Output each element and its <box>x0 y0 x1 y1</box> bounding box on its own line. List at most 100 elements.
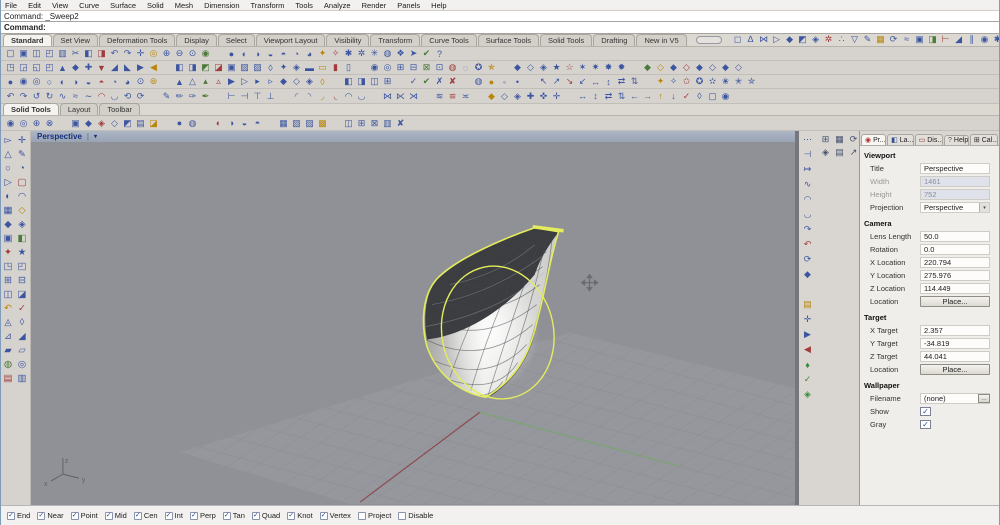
toolbar-icon[interactable]: ◇ <box>108 117 121 129</box>
toolbar-icon[interactable]: ⟳ <box>847 133 860 145</box>
toolbar-icon[interactable]: ✓ <box>801 373 814 386</box>
toolbar-icon[interactable]: → <box>641 90 654 102</box>
tool-icon[interactable]: ▤ <box>2 372 15 385</box>
toolbar-icon[interactable] <box>524 76 537 88</box>
toolbar-icon[interactable]: ∴ <box>835 33 848 45</box>
osnap-toggle[interactable]: Mid <box>104 511 127 520</box>
toolbar-icon[interactable]: ◫ <box>368 76 381 88</box>
tool-icon[interactable]: ⊟ <box>16 274 29 287</box>
toolbar-icon[interactable] <box>277 90 290 102</box>
toolbar-icon[interactable]: ✳ <box>368 48 381 60</box>
toolbar-icon[interactable]: ♦ <box>801 358 814 371</box>
toolbar-icon[interactable]: ⊚ <box>147 76 160 88</box>
panel-tab[interactable]: ◧ La... <box>887 134 914 145</box>
tool-icon[interactable]: ◢ <box>16 330 29 343</box>
toolbar-icon[interactable]: ▸ <box>251 76 264 88</box>
toolbar-tab[interactable]: Curve Tools <box>421 34 477 46</box>
toolbar-icon[interactable]: ∆ <box>744 33 757 45</box>
toolbar-icon[interactable]: ∥ <box>965 33 978 45</box>
property-value[interactable]: Place... <box>920 364 990 375</box>
osnap-checkbox[interactable] <box>287 511 296 520</box>
property-value[interactable]: 752 <box>920 189 990 200</box>
menu-item[interactable]: Surface <box>110 1 136 10</box>
toolbar-icon[interactable] <box>160 76 173 88</box>
toolbar-icon[interactable]: ❖ <box>394 48 407 60</box>
toolbar-icon[interactable]: ⋈ <box>381 90 394 102</box>
toolbar-icon[interactable]: ◰ <box>43 48 56 60</box>
toolbar-icon[interactable]: ◠ <box>801 193 814 206</box>
tool-icon[interactable]: ◈ <box>16 218 29 231</box>
toolbar-icon[interactable]: ➤ <box>407 48 420 60</box>
toolbar-group-handle[interactable] <box>695 36 723 44</box>
toolbar-icon[interactable]: ▢ <box>706 90 719 102</box>
toolbar-icon[interactable]: ◆ <box>719 62 732 74</box>
toolbar-icon[interactable]: ⋈ <box>757 33 770 45</box>
toolbar-icon[interactable] <box>329 76 342 88</box>
toolbar-icon[interactable]: ▶ <box>225 76 238 88</box>
toolbar-icon[interactable]: ↻ <box>43 90 56 102</box>
toolbar-icon[interactable]: ⊢ <box>939 33 952 45</box>
toolbar-icon[interactable]: ◈ <box>511 90 524 102</box>
toolbar-icon[interactable]: ★ <box>550 62 563 74</box>
menu-item[interactable]: Panels <box>397 1 420 10</box>
toolbar-icon[interactable]: ▦ <box>277 117 290 129</box>
menu-item[interactable]: Analyze <box>324 1 351 10</box>
toolbar-icon[interactable] <box>420 90 433 102</box>
toolbar-icon[interactable]: ◒ <box>238 117 251 129</box>
toolbar-icon[interactable] <box>212 48 225 60</box>
tool-icon[interactable]: ▣ <box>2 232 15 245</box>
property-value[interactable]: 275.976 <box>920 270 990 281</box>
property-value[interactable]: 1461 <box>920 176 990 187</box>
toolbar-icon[interactable]: ◠ <box>95 90 108 102</box>
toolbar-icon[interactable]: ◣ <box>121 62 134 74</box>
tool-icon[interactable]: ◎ <box>16 358 29 371</box>
toolbar-icon[interactable]: ▯ <box>342 62 355 74</box>
toolbar-icon[interactable]: ◕ <box>303 48 316 60</box>
toolbar-icon[interactable]: ◆ <box>693 62 706 74</box>
toolbar-icon[interactable]: ◈ <box>537 62 550 74</box>
toolbar-icon[interactable]: ◊ <box>316 76 329 88</box>
toolbar-icon[interactable]: ✔ <box>420 76 433 88</box>
toolbar-icon[interactable] <box>563 90 576 102</box>
menu-item[interactable]: View <box>52 1 68 10</box>
docked-toolbar-tab[interactable]: Solid Tools <box>3 103 59 115</box>
toolbar-icon[interactable]: ↕ <box>589 90 602 102</box>
toolbar-icon[interactable]: ≈ <box>900 33 913 45</box>
tool-icon[interactable]: ◪ <box>16 288 29 301</box>
toolbar-icon[interactable]: ◫ <box>30 48 43 60</box>
toolbar-tab[interactable]: Select <box>217 34 255 46</box>
osnap-checkbox[interactable] <box>222 511 231 520</box>
tool-icon[interactable]: ▷ <box>2 176 15 189</box>
panel-tab[interactable]: ⊞ Cal... <box>969 134 998 145</box>
tool-icon[interactable]: ◬ <box>2 316 15 329</box>
toolbar-icon[interactable] <box>147 90 160 102</box>
viewport-canvas[interactable]: z x y <box>31 142 795 505</box>
toolbar-icon[interactable]: ◜ <box>290 90 303 102</box>
toolbar-icon[interactable]: ∼ <box>82 90 95 102</box>
tool-icon[interactable]: ★ <box>16 246 29 259</box>
osnap-toggle[interactable]: End <box>7 511 30 520</box>
toolbar-icon[interactable]: ◆ <box>783 33 796 45</box>
osnap-checkbox[interactable] <box>251 511 260 520</box>
toolbar-icon[interactable]: ↖ <box>537 76 550 88</box>
toolbar-icon[interactable]: ✧ <box>329 48 342 60</box>
menu-item[interactable]: Render <box>362 1 387 10</box>
tool-icon[interactable]: ✓ <box>16 302 29 315</box>
toolbar-icon[interactable]: ⇄ <box>615 76 628 88</box>
toolbar-icon[interactable]: ◈ <box>801 388 814 401</box>
toolbar-icon[interactable]: ◱ <box>30 62 43 74</box>
toolbar-icon[interactable]: ◩ <box>199 62 212 74</box>
toolbar-icon[interactable]: ▹ <box>264 76 277 88</box>
toolbar-icon[interactable]: ✧ <box>667 76 680 88</box>
toolbar-icon[interactable]: ▬ <box>303 62 316 74</box>
toolbar-icon[interactable]: ⊙ <box>134 76 147 88</box>
toolbar-icon[interactable]: ↔ <box>589 76 602 88</box>
osnap-toggle[interactable]: Disable <box>398 511 433 520</box>
osnap-checkbox[interactable] <box>104 511 113 520</box>
toolbar-icon[interactable]: ◻ <box>731 33 744 45</box>
property-value[interactable]: Place... <box>920 296 990 307</box>
tool-icon[interactable]: ◧ <box>16 232 29 245</box>
toolbar-icon[interactable]: ▥ <box>56 48 69 60</box>
toolbar-icon[interactable]: ? <box>433 48 446 60</box>
toolbar-icon[interactable]: ✚ <box>524 90 537 102</box>
